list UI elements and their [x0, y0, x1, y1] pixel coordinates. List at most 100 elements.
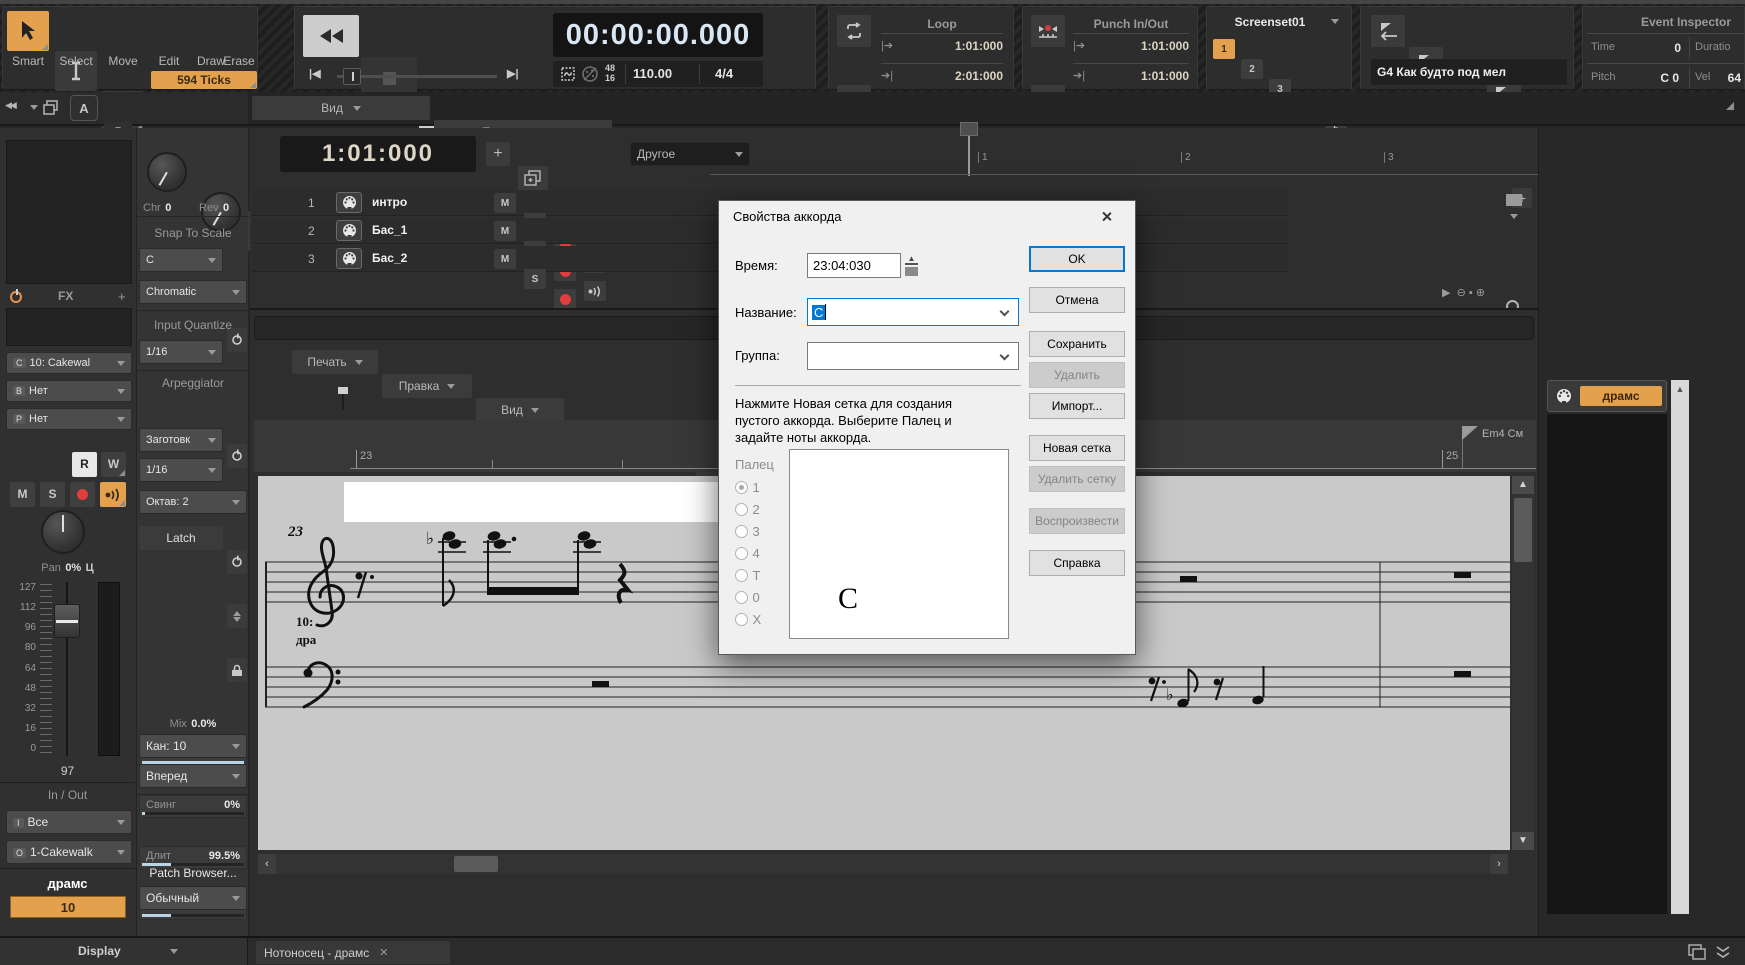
scale-type-dropdown[interactable]: Chromatic	[139, 280, 247, 304]
fx-bin[interactable]	[6, 308, 132, 346]
track-name[interactable]: Бас_2	[372, 251, 407, 265]
zoom-slider-thumb[interactable]	[338, 387, 348, 394]
arp-rate-dropdown[interactable]: 1/16	[139, 458, 223, 482]
output-dropdown[interactable]: O 1-Cakewalk	[6, 840, 132, 864]
staff-track-pane[interactable]	[1547, 414, 1667, 914]
chorus-knob[interactable]	[147, 152, 187, 192]
punch-toggle-button[interactable]	[1031, 15, 1065, 47]
staff-menu-view[interactable]: Вид	[476, 398, 564, 422]
scroll-up-button[interactable]: ▲	[1512, 476, 1534, 494]
tempo-display[interactable]: 110.00	[633, 66, 672, 81]
group-combo[interactable]	[807, 342, 1019, 370]
meter-display[interactable]: 48 16	[605, 63, 615, 83]
spin-down-button[interactable]	[905, 267, 918, 276]
playhead-handle[interactable]	[960, 122, 978, 136]
arp-lock-button[interactable]	[227, 658, 247, 682]
screenset-1-button[interactable]: 1	[1213, 39, 1235, 59]
track-mute-button[interactable]: M	[494, 193, 516, 213]
staff-menu-print[interactable]: Печать	[292, 350, 378, 374]
finger-radio-T[interactable]: T	[735, 567, 761, 589]
track-scroll-box[interactable]	[1506, 194, 1522, 206]
punch-in-value[interactable]: 1:01:000	[1101, 39, 1189, 53]
tab-close-icon[interactable]: ✕	[379, 946, 388, 959]
corner-resize-icon[interactable]	[1726, 102, 1734, 110]
screenset-2-button[interactable]: 2	[1241, 59, 1263, 79]
main-time-display[interactable]: 00:00:00.000	[553, 13, 763, 57]
display-selector[interactable]: Display	[0, 938, 248, 965]
track-name[interactable]: Бас_1	[372, 223, 407, 237]
ok-button[interactable]: OK	[1029, 246, 1125, 272]
marker-flag-icon[interactable]	[1462, 426, 1478, 440]
palette-icon[interactable]	[581, 65, 599, 83]
track-number-display[interactable]: 10	[10, 896, 126, 918]
automation-read-button[interactable]: R	[72, 452, 97, 477]
arp-preset-spinner[interactable]	[227, 604, 247, 628]
go-to-start-button[interactable]: |◀	[309, 67, 329, 85]
arp-power-button[interactable]	[227, 550, 247, 574]
iq-value-dropdown[interactable]: 1/16	[139, 340, 223, 364]
finger-radio-0[interactable]: 0	[735, 589, 761, 611]
track-echo-button[interactable]	[584, 281, 606, 301]
window-copy-icon[interactable]	[42, 99, 60, 117]
scale-root-dropdown[interactable]: C	[139, 248, 223, 272]
fx-add-button[interactable]: +	[118, 289, 126, 304]
arp-direction-dropdown[interactable]: Вперед	[139, 764, 247, 788]
staff-view-tab[interactable]: Нотоносец - драмс ✕	[256, 941, 450, 964]
cpu-meter-icon[interactable]	[559, 65, 577, 83]
collapse-left-icon[interactable]: ◀◀	[5, 100, 17, 111]
scroll-right-button[interactable]: ›	[1490, 854, 1508, 874]
dock-collapse-icon[interactable]	[1714, 944, 1732, 960]
position-slider-thumb[interactable]	[343, 68, 361, 85]
ei-pitch-value[interactable]: C 0	[1635, 71, 1679, 85]
bank-dropdown[interactable]: B Нет	[6, 380, 132, 402]
spin-up-button[interactable]: ▲	[905, 254, 918, 265]
scroll-down-button[interactable]: ▼	[1512, 832, 1534, 850]
now-time-display[interactable]: 1:01:000	[280, 136, 476, 172]
save-button[interactable]: Сохранить	[1029, 331, 1125, 357]
finger-radio-3[interactable]: 3	[735, 523, 761, 545]
dock-layout-icon[interactable]	[1688, 944, 1708, 960]
scroll-left-button[interactable]: ‹	[258, 854, 276, 874]
spin-up-icon[interactable]	[233, 611, 241, 616]
play-chord-button[interactable]: Воспроизвести	[1029, 508, 1125, 534]
combo-chevron-icon[interactable]	[999, 306, 1010, 317]
cancel-button[interactable]: Отмена	[1029, 287, 1125, 313]
staff-hscrollbar[interactable]: ‹ ›	[258, 854, 1508, 874]
patch-browser-link[interactable]: Patch Browser...	[137, 866, 249, 880]
loop-toggle-button[interactable]	[837, 15, 871, 47]
staff-vscrollbar[interactable]: ▲ ▼	[1512, 476, 1534, 850]
track-zoom-controls[interactable]: ▶ ⊖ ▪ ⊕	[1442, 286, 1485, 299]
fader-thumb[interactable]	[54, 604, 80, 638]
track-name-display[interactable]: драмс	[0, 876, 135, 891]
time-field-input[interactable]: 23:04:030	[807, 253, 901, 278]
help-button[interactable]: Справка	[1029, 550, 1125, 576]
pane-scrollbar[interactable]: ▲	[1671, 380, 1689, 914]
finger-radio-X[interactable]: X	[735, 611, 761, 633]
staff-track-tab-label[interactable]: драмс	[1580, 386, 1662, 406]
track-scroll-down-icon[interactable]	[1510, 214, 1518, 219]
staff-menu-edit[interactable]: Правка	[382, 374, 472, 398]
arp-swing-slider[interactable]: Свинг 0%	[139, 795, 247, 818]
rewind-button[interactable]	[303, 15, 359, 57]
hscroll-thumb[interactable]	[454, 856, 498, 872]
smart-tool-button[interactable]	[7, 11, 49, 51]
solo-button[interactable]: S	[40, 482, 65, 507]
strip-dropdown-icon[interactable]	[30, 105, 38, 110]
input-dropdown[interactable]: I Все	[6, 810, 132, 834]
track-name[interactable]: интро	[372, 195, 407, 209]
automation-write-button[interactable]: W	[101, 452, 126, 477]
go-to-end-button[interactable]: ▶|	[507, 67, 527, 85]
volume-value[interactable]: 97	[0, 764, 135, 778]
audio-scale-button[interactable]	[70, 95, 98, 121]
loop-start-value[interactable]: 1:01:000	[913, 39, 1003, 53]
track-ruler[interactable]: 1 2 3	[710, 122, 1538, 176]
staff-track-tab[interactable]: драмс	[1547, 380, 1667, 412]
arp-channel-dropdown[interactable]: Кан: 10	[139, 734, 247, 758]
track-arm-button[interactable]	[554, 289, 576, 309]
position-slider-track[interactable]	[337, 75, 497, 78]
ei-vel-value[interactable]: 64	[1721, 71, 1741, 85]
spin-down-icon[interactable]	[233, 617, 241, 622]
screenset-dropdown-icon[interactable]	[1331, 19, 1339, 24]
snap-resolution-button[interactable]: 594 Ticks	[151, 71, 257, 89]
finger-radio-1[interactable]: 1	[735, 479, 761, 501]
